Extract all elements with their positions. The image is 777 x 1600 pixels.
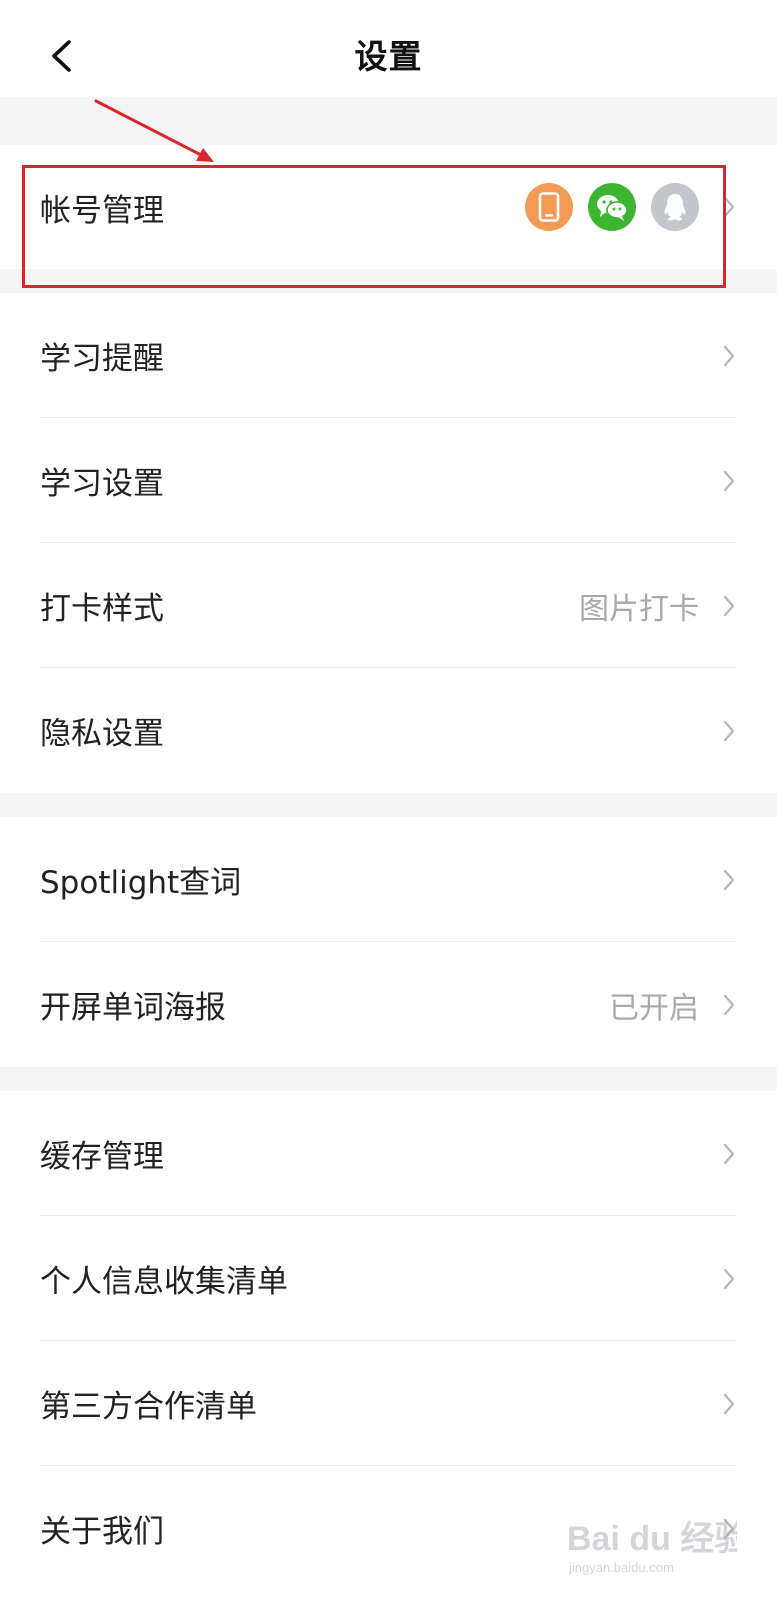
back-button[interactable] — [30, 28, 100, 84]
study-settings-row[interactable]: 学习设置 — [0, 418, 777, 543]
chevron-right-icon — [721, 1142, 737, 1166]
row-value: 已开启 — [609, 990, 699, 1026]
chevron-right-icon — [721, 195, 737, 219]
chevron-right-icon — [721, 1267, 737, 1291]
settings-group-lookup: Spotlight查词 开屏单词海报 已开启 — [0, 817, 777, 1067]
row-label: 学习设置 — [40, 466, 164, 502]
account-management-label: 帐号管理 — [40, 192, 164, 229]
chevron-right-icon — [721, 868, 737, 892]
chevron-right-icon — [721, 344, 737, 368]
page-title: 设置 — [354, 37, 423, 76]
nav-header: 设置 — [0, 0, 777, 108]
third-party-list-row[interactable]: 第三方合作清单 — [0, 1341, 777, 1466]
about-us-row[interactable]: 关于我们 — [0, 1466, 777, 1591]
chevron-right-icon — [721, 993, 737, 1017]
row-label: 学习提醒 — [40, 341, 164, 377]
settings-group-learning: 学习提醒 学习设置 打卡样式 图片打卡 隐私设置 — [0, 293, 777, 793]
settings-page: 设置 帐号管理 学习提醒 学习设置 打卡样式 图片打卡 隐私设置 Spotlig… — [0, 0, 777, 1600]
study-reminder-row[interactable]: 学习提醒 — [0, 293, 777, 418]
section-gap — [0, 1067, 777, 1091]
privacy-settings-row[interactable]: 隐私设置 — [0, 668, 777, 793]
account-management-row[interactable]: 帐号管理 — [0, 145, 777, 269]
bound-accounts — [510, 183, 699, 231]
checkin-style-row[interactable]: 打卡样式 图片打卡 — [0, 543, 777, 668]
chevron-right-icon — [721, 719, 737, 743]
section-gap — [0, 97, 777, 145]
row-value: 图片打卡 — [579, 591, 699, 627]
chevron-right-icon — [721, 469, 737, 493]
row-label: 缓存管理 — [40, 1139, 164, 1175]
splash-poster-row[interactable]: 开屏单词海报 已开启 — [0, 942, 777, 1067]
chevron-right-icon — [721, 1517, 737, 1541]
phone-icon — [525, 183, 573, 231]
chevron-right-icon — [721, 1392, 737, 1416]
row-label: 隐私设置 — [40, 716, 164, 752]
cache-management-row[interactable]: 缓存管理 — [0, 1091, 777, 1216]
chevron-right-icon — [721, 594, 737, 618]
spotlight-lookup-row[interactable]: Spotlight查词 — [0, 817, 777, 942]
row-label: 关于我们 — [40, 1514, 164, 1550]
wechat-icon — [588, 183, 636, 231]
settings-group-misc: 缓存管理 个人信息收集清单 第三方合作清单 关于我们 — [0, 1091, 777, 1591]
row-label: 开屏单词海报 — [40, 990, 226, 1026]
row-label: 打卡样式 — [40, 591, 164, 627]
qq-icon — [651, 183, 699, 231]
section-gap — [0, 269, 777, 293]
chevron-left-icon — [52, 40, 71, 72]
row-label: Spotlight查词 — [40, 865, 242, 901]
section-gap — [0, 793, 777, 817]
personal-info-list-row[interactable]: 个人信息收集清单 — [0, 1216, 777, 1341]
row-label: 个人信息收集清单 — [40, 1264, 288, 1300]
row-label: 第三方合作清单 — [40, 1389, 257, 1425]
